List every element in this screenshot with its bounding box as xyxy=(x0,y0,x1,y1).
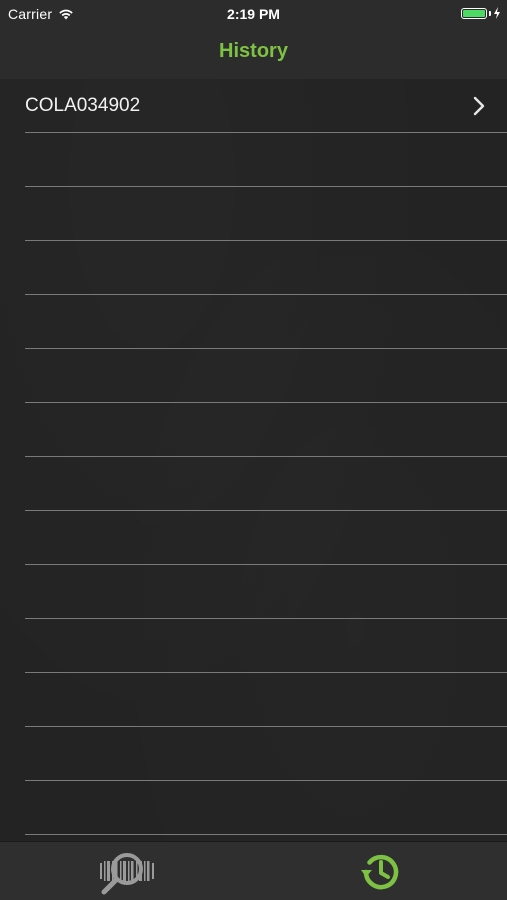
battery-level xyxy=(463,9,485,17)
empty-row xyxy=(0,403,507,457)
tab-bar xyxy=(0,841,507,900)
battery-icon xyxy=(461,7,487,19)
empty-row xyxy=(0,349,507,403)
empty-row xyxy=(0,133,507,187)
empty-row xyxy=(0,295,507,349)
empty-row xyxy=(0,727,507,781)
top-bar: Carrier 2:19 PM History xyxy=(0,0,507,79)
status-bar: Carrier 2:19 PM xyxy=(0,0,507,28)
history-row[interactable]: COLA034902 xyxy=(0,79,507,133)
tab-scan[interactable] xyxy=(0,842,253,900)
empty-row xyxy=(0,565,507,619)
empty-row xyxy=(0,457,507,511)
row-separator xyxy=(25,834,507,835)
chevron-right-icon xyxy=(473,96,485,116)
status-time: 2:19 PM xyxy=(227,6,280,22)
history-clock-icon xyxy=(360,854,398,889)
battery-indicator xyxy=(461,7,501,19)
empty-row xyxy=(0,187,507,241)
empty-row xyxy=(0,673,507,727)
empty-row xyxy=(0,241,507,295)
tab-history[interactable] xyxy=(254,842,507,900)
history-item-code: COLA034902 xyxy=(25,95,141,116)
empty-row xyxy=(0,511,507,565)
barcode-scan-icon xyxy=(99,852,154,894)
empty-row xyxy=(0,619,507,673)
history-screen: Carrier 2:19 PM History COLA034902 xyxy=(0,0,507,900)
page-title: History xyxy=(219,40,288,62)
charging-bolt-icon xyxy=(494,7,500,19)
empty-row xyxy=(0,781,507,835)
battery-cap xyxy=(489,10,491,16)
history-list: COLA034902 xyxy=(0,79,507,841)
